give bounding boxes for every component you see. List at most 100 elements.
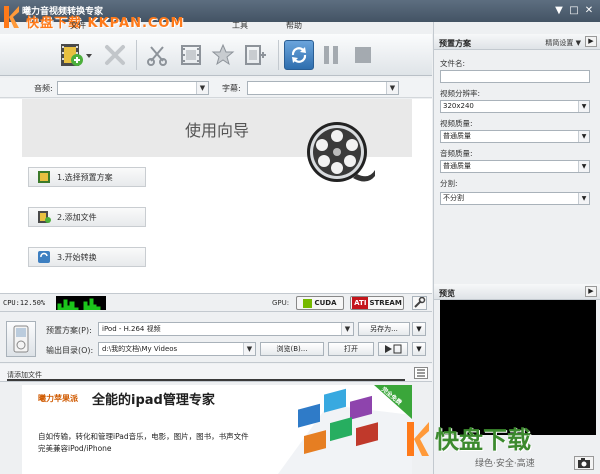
convert-button[interactable] (284, 40, 314, 70)
preview-header-title: 预览 (439, 289, 455, 298)
filename-input[interactable] (440, 70, 590, 83)
wizard-step-label: 3.开始转换 (57, 252, 97, 262)
watermark-big: 快盘下载 (435, 426, 531, 454)
save-as-button[interactable]: 另存为... (358, 322, 410, 336)
chevron-down-icon: ▼ (578, 131, 589, 142)
kkpan-watermark: 快盘下载 绿色·安全·高速 (405, 418, 595, 470)
wizard-step-start-convert[interactable]: 3.开始转换 (28, 247, 146, 267)
chevron-down-icon: ▼ (578, 193, 589, 204)
expand-icon[interactable]: ▶ (585, 286, 597, 297)
resolution-value: 320x240 (443, 102, 474, 110)
split-value: 不分割 (443, 194, 464, 202)
ati-icon: ATI (352, 297, 369, 309)
preview-screen (440, 300, 596, 435)
preview-header: 预览 ▶ (434, 284, 600, 300)
preset-header: 预置方案 精简设置 ▼ ▶ (434, 34, 600, 50)
video-quality-value: 普通质量 (443, 132, 471, 140)
stop-icon (355, 47, 371, 63)
open-button[interactable]: 打开 (328, 342, 374, 356)
after-convert-icon (385, 344, 402, 354)
subtitle-label: 字幕: (222, 84, 241, 93)
convert-icon (38, 251, 50, 263)
video-quality-select[interactable]: 普通质量 ▼ (440, 130, 590, 143)
film-clip-icon (181, 45, 201, 65)
audio-label: 音频: (34, 84, 53, 93)
restore-button[interactable]: □ (567, 4, 581, 17)
film-add-icon (61, 44, 92, 66)
preset-select[interactable]: iPod - H.264 视频 ▼ (98, 322, 354, 336)
toolbar (0, 34, 432, 76)
after-convert-button[interactable] (378, 342, 408, 356)
preset-icon (38, 171, 50, 183)
ipod-icon (13, 325, 29, 353)
file-status-bar: 请添加文件 (0, 364, 432, 382)
pause-button[interactable] (316, 40, 346, 70)
scissors-icon (147, 46, 167, 66)
chevron-down-icon: ▼ (243, 343, 255, 355)
cuda-badge: CUDA (296, 296, 344, 310)
output-dir-select[interactable]: d:\我的文档\My Videos ▼ (98, 342, 256, 356)
menu-file[interactable]: 文件 (70, 20, 86, 31)
app-window: 曦力音视频转换专家 ▼ □ ✕ 快盘下载 KKPAN.COM 文件 编辑 工具 … (0, 0, 600, 474)
wizard-step-label: 1.选择预置方案 (57, 172, 113, 182)
after-convert-dropdown[interactable]: ▼ (412, 342, 426, 356)
delete-button[interactable] (100, 40, 130, 70)
chevron-down-icon: ▼ (196, 82, 208, 94)
watermark-small: 绿色·安全·高速 (475, 459, 535, 469)
ad-headline: 全能的ipad管理专家 (92, 393, 215, 408)
preset-header-title: 预置方案 (439, 39, 471, 48)
wizard-step-label: 2.添加文件 (57, 212, 97, 222)
ad-banner[interactable]: 曦力苹果派 全能的ipad管理专家 自如传输，转化和管理iPad音乐，电影，图片… (22, 385, 412, 474)
status-bar: CPU:12.50% GPU: CUDA ATI STREAM (0, 293, 432, 312)
log-button[interactable] (414, 367, 428, 379)
chevron-down-icon: ▼ (386, 82, 398, 94)
wizard-step-select-preset[interactable]: 1.选择预置方案 (28, 167, 146, 187)
expand-icon[interactable]: ▶ (585, 36, 597, 47)
wizard-step-add-file[interactable]: 2.添加文件 (28, 207, 146, 227)
cut-button[interactable] (142, 40, 172, 70)
add-file-icon (38, 211, 51, 223)
device-button[interactable] (6, 321, 36, 357)
film-merge-icon (245, 45, 266, 65)
split-select[interactable]: 不分割 ▼ (440, 192, 590, 205)
resolution-select[interactable]: 320x240 ▼ (440, 100, 590, 113)
add-file-button[interactable] (56, 40, 96, 70)
list-icon (417, 369, 425, 377)
delete-x-icon (105, 45, 125, 65)
pause-icon (324, 46, 338, 64)
save-as-dropdown[interactable]: ▼ (412, 322, 426, 336)
ati-stream-badge: ATI STREAM (350, 296, 404, 310)
menu-bar: 文件 编辑 工具 帮助 (0, 18, 432, 32)
clip-button[interactable] (176, 40, 206, 70)
audio-quality-label: 音频质量: (440, 149, 473, 158)
menu-help[interactable]: 帮助 (286, 20, 302, 31)
toolbar-separator (136, 40, 137, 70)
audio-quality-select[interactable]: 普通质量 ▼ (440, 160, 590, 173)
preset-select-value: iPod - H.264 视频 (102, 325, 161, 333)
nvidia-icon (303, 298, 313, 308)
merge-button[interactable] (240, 40, 270, 70)
stop-button[interactable] (348, 40, 378, 70)
output-dir-value: d:\我的文档\My Videos (102, 345, 178, 353)
advanced-settings-toggle[interactable]: 精简设置 ▼ (545, 38, 581, 48)
conversion-progress (7, 379, 405, 381)
audio-select[interactable]: ▼ (57, 81, 209, 95)
stream-label: STREAM (369, 299, 402, 307)
cpu-graph (56, 296, 106, 310)
subtitle-select[interactable]: ▼ (247, 81, 399, 95)
filename-label: 文件名: (440, 59, 466, 68)
minimize-button[interactable]: ▼ (552, 4, 566, 17)
effect-button[interactable] (208, 40, 238, 70)
cuda-label: CUDA (314, 299, 337, 307)
wrench-icon (414, 296, 426, 308)
menu-tools[interactable]: 工具 (232, 20, 248, 31)
close-button[interactable]: ✕ (582, 4, 596, 17)
ad-line-2: 完美兼容iPod/iPhone (38, 444, 112, 453)
browse-button[interactable]: 浏览(B)... (260, 342, 324, 356)
settings-button[interactable] (412, 296, 427, 310)
kkpan-logo-icon (407, 422, 429, 456)
preset-label: 预置方案(P): (46, 326, 92, 335)
ad-line-1: 自如传输，转化和管理iPad音乐，电影，图片，图书，书声文件 (38, 432, 249, 441)
resolution-label: 视频分辨率: (440, 89, 481, 98)
split-label: 分割: (440, 179, 458, 188)
